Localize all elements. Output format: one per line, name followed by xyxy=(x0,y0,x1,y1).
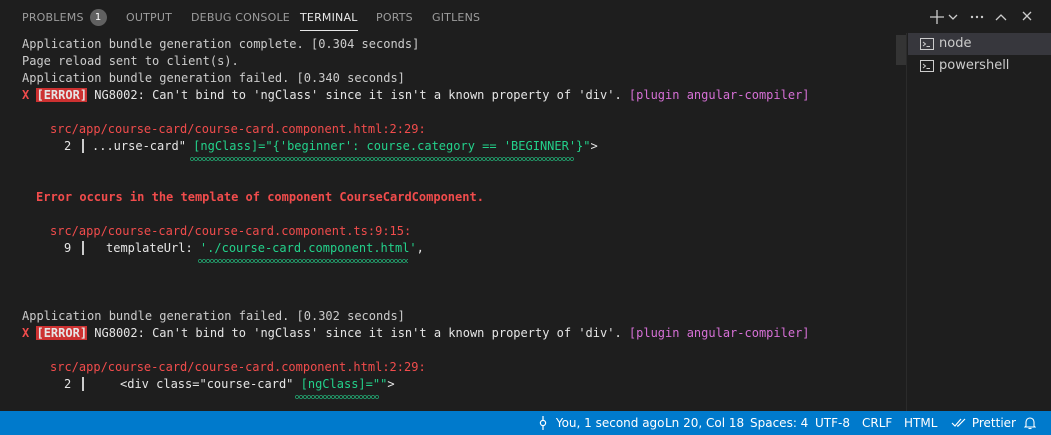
terminal-error-line: X [ERROR] NG8002: Can't bind to 'ngClass… xyxy=(22,87,810,104)
plugin-label: [plugin angular-compiler] xyxy=(628,326,810,340)
terminal-item-label: powershell xyxy=(939,58,1010,73)
prettier-status[interactable]: Prettier xyxy=(951,411,1016,435)
code-snippet: ...urse-card" [ngClass]="{'beginner': co… xyxy=(92,138,598,155)
error-message: NG8002: Can't bind to 'ngClass' since it… xyxy=(87,326,629,340)
tab-label: DEBUG CONSOLE xyxy=(191,11,290,24)
terminal-error-line: X [ERROR] NG8002: Can't bind to 'ngClass… xyxy=(22,325,810,342)
bell-icon xyxy=(1024,417,1036,430)
error-squiggle xyxy=(295,395,379,399)
error-context: Error occurs in the template of componen… xyxy=(36,190,484,204)
error-x-icon: X xyxy=(22,88,30,102)
gutter-bar xyxy=(82,241,84,255)
error-badge: [ERROR] xyxy=(36,326,88,340)
error-x-icon: X xyxy=(22,326,30,340)
close-panel-button[interactable] xyxy=(1020,7,1034,27)
tab-output[interactable]: OUTPUT xyxy=(126,0,172,35)
encoding-status[interactable]: UTF-8 xyxy=(815,411,850,435)
tab-debug-console[interactable]: DEBUG CONSOLE xyxy=(191,0,290,35)
source-path[interactable]: src/app/course-card/course-card.componen… xyxy=(50,359,426,376)
panel-tab-bar: PROBLEMS 1 OUTPUT DEBUG CONSOLE TERMINAL … xyxy=(0,0,1051,35)
source-path[interactable]: src/app/course-card/course-card.componen… xyxy=(50,121,426,138)
code-highlight: './course-card.component.html' xyxy=(199,241,417,255)
problems-count-badge: 1 xyxy=(89,9,107,26)
eol-status[interactable]: CRLF xyxy=(862,411,892,435)
terminal-item-powershell[interactable]: powershell xyxy=(908,55,1051,77)
more-actions-button[interactable] xyxy=(969,7,985,27)
code-snippet: <div class="course-card" [ngClass]=""> xyxy=(120,376,395,393)
terminal-line: Application bundle generation complete. … xyxy=(22,37,420,51)
language-mode-status[interactable]: HTML xyxy=(904,411,937,435)
code-text: , xyxy=(416,241,424,255)
new-terminal-button[interactable] xyxy=(929,7,945,27)
status-bar: You, 1 second ago Ln 20, Col 18 Spaces: … xyxy=(0,411,1051,435)
gutter-bar xyxy=(82,139,84,153)
plus-icon xyxy=(930,10,944,24)
tab-label: PROBLEMS xyxy=(22,11,84,24)
code-highlight: [ngClass]="" xyxy=(300,377,388,391)
line-number: 9 xyxy=(64,241,72,255)
terminal-icon xyxy=(920,60,934,72)
line-number: 2 xyxy=(64,377,72,391)
code-text: > xyxy=(590,139,598,153)
code-text: > xyxy=(387,377,395,391)
plugin-label: [plugin angular-compiler] xyxy=(628,88,810,102)
terminal-output[interactable]: Application bundle generation complete. … xyxy=(22,35,890,411)
ellipsis-icon xyxy=(970,15,984,19)
terminal-icon xyxy=(920,38,934,50)
source-path[interactable]: src/app/course-card/course-card.componen… xyxy=(50,223,411,240)
chevron-up-icon xyxy=(995,14,1007,21)
tab-label: OUTPUT xyxy=(126,11,173,24)
tab-label: GITLENS xyxy=(432,11,481,24)
terminal-line: Page reload sent to client(s). xyxy=(22,54,239,68)
git-blame-text: You, 1 second ago xyxy=(555,416,665,430)
error-badge: [ERROR] xyxy=(36,88,88,102)
tab-problems[interactable]: PROBLEMS 1 xyxy=(22,0,107,35)
git-commit-icon xyxy=(539,416,547,430)
line-number: 2 xyxy=(64,139,72,153)
tab-gitlens[interactable]: GITLENS xyxy=(432,0,480,35)
tab-ports[interactable]: PORTS xyxy=(376,0,413,35)
code-snippet: templateUrl: './course-card.component.ht… xyxy=(106,240,424,257)
code-highlight: [ngClass]="{'beginner': course.category … xyxy=(193,139,591,153)
error-message: NG8002: Can't bind to 'ngClass' since it… xyxy=(87,88,629,102)
error-squiggle xyxy=(198,259,408,263)
git-blame-status[interactable]: You, 1 second ago xyxy=(537,411,665,435)
error-squiggle xyxy=(190,157,574,161)
terminal-line: Application bundle generation failed. [0… xyxy=(22,71,405,85)
terminal-scrollbar[interactable] xyxy=(896,35,906,65)
close-icon xyxy=(1022,11,1032,21)
double-check-icon xyxy=(951,418,966,427)
notifications-button[interactable] xyxy=(1024,411,1036,435)
tab-label: PORTS xyxy=(376,11,413,24)
terminal-tabs-list: node powershell xyxy=(906,33,1051,411)
tab-label: TERMINAL xyxy=(300,11,358,24)
terminal-profiles-dropdown[interactable] xyxy=(947,7,959,27)
terminal-item-label: node xyxy=(939,36,972,51)
chevron-down-icon xyxy=(948,14,958,20)
prettier-label: Prettier xyxy=(971,416,1016,430)
gutter-bar xyxy=(82,377,84,391)
code-text: templateUrl: xyxy=(106,241,200,255)
terminal-item-node[interactable]: node xyxy=(908,33,1051,55)
maximize-panel-button[interactable] xyxy=(994,7,1008,27)
cursor-position-status[interactable]: Ln 20, Col 18 xyxy=(665,411,744,435)
tab-terminal[interactable]: TERMINAL xyxy=(300,0,358,35)
code-text: ...urse-card" xyxy=(92,139,194,153)
terminal-line: Application bundle generation failed. [0… xyxy=(22,309,405,323)
code-text: <div class="course-card" xyxy=(120,377,301,391)
indentation-status[interactable]: Spaces: 4 xyxy=(750,411,808,435)
